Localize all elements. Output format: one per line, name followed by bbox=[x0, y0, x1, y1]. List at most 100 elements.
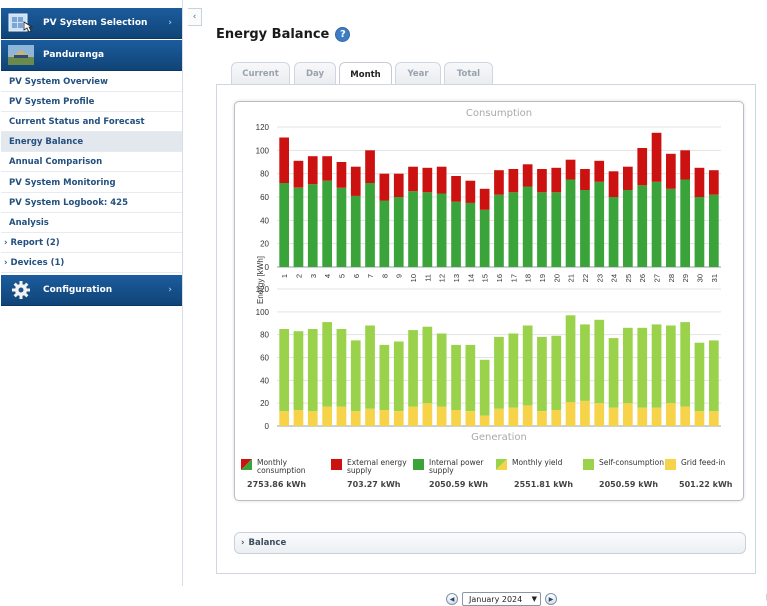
generation-bar-lower bbox=[379, 410, 390, 426]
sidebar-item-analysis[interactable]: Analysis bbox=[1, 213, 182, 233]
sidebar-item-label: Current Status and Forecast bbox=[9, 116, 145, 127]
consumption-bar-lower bbox=[694, 197, 705, 267]
legend-label: Monthly consumption bbox=[257, 458, 306, 475]
previous-month-button[interactable]: ◀ bbox=[446, 593, 458, 605]
month-select[interactable]: January 2024 ▼ bbox=[462, 592, 541, 606]
legend-value: 2551.81 kWh bbox=[514, 480, 574, 489]
legend-swatch-consumption bbox=[241, 459, 252, 470]
consumption-bar-upper bbox=[565, 159, 576, 180]
pv-system-selection-icon bbox=[7, 12, 35, 34]
x-tick-label: 3 bbox=[309, 274, 318, 278]
sidebar-item-pv-system-profile[interactable]: PV System Profile bbox=[1, 92, 182, 112]
consumption-bar-lower bbox=[508, 192, 519, 267]
generation-bar-lower bbox=[494, 408, 504, 426]
sidebar-item-pv-system-monitoring[interactable]: PV System Monitoring bbox=[1, 173, 182, 193]
generation-y-tick-label: 100 bbox=[256, 308, 270, 317]
sidebar-item-current-status[interactable]: Current Status and Forecast bbox=[1, 112, 182, 132]
consumption-bar-lower bbox=[393, 197, 404, 267]
consumption-bar-lower bbox=[680, 179, 690, 267]
consumption-y-tick-label: 40 bbox=[260, 216, 269, 225]
tab-total[interactable]: Total bbox=[444, 62, 493, 85]
configuration-button[interactable]: Configuration › bbox=[1, 275, 182, 306]
sidebar-item-label: Energy Balance bbox=[9, 136, 84, 147]
sidebar: PV System Selection › Panduranga PV Syst… bbox=[0, 0, 183, 586]
sidebar-item-energy-balance[interactable]: Energy Balance bbox=[1, 132, 182, 152]
system-name-label: Panduranga bbox=[43, 50, 105, 60]
tab-month[interactable]: Month bbox=[339, 62, 392, 86]
generation-bar-upper bbox=[350, 340, 361, 412]
sidebar-item-report[interactable]: › Report (2) bbox=[1, 233, 182, 253]
month-navigator: ◀ January 2024 ▼ ▶ bbox=[446, 592, 557, 606]
generation-bar-lower bbox=[307, 411, 318, 426]
y-axis-label: Energy [kWh] bbox=[256, 256, 265, 304]
generation-bar-lower bbox=[637, 407, 648, 426]
x-tick-label: 9 bbox=[395, 274, 404, 278]
tab-label: Current bbox=[242, 69, 279, 79]
generation-chart-title: Generation bbox=[471, 432, 527, 443]
next-month-button[interactable]: ▶ bbox=[545, 593, 557, 605]
x-tick-label: 19 bbox=[538, 274, 547, 282]
tab-day[interactable]: Day bbox=[294, 62, 336, 85]
consumption-bar-lower bbox=[494, 194, 504, 267]
energy-balance-chart: 0 20 40 60 80 100 120 1 2 3 4 5 6 7 8 9 10 11 12 13 14 15 16 17… bbox=[234, 101, 744, 501]
consumption-bar-lower bbox=[608, 197, 619, 267]
consumption-bar-lower bbox=[365, 183, 375, 267]
x-tick-label: 15 bbox=[481, 274, 490, 282]
x-tick-label: 12 bbox=[438, 274, 447, 282]
generation-bar-upper bbox=[680, 322, 690, 407]
generation-bar-upper bbox=[408, 330, 418, 407]
balance-section-toggle[interactable]: › Balance bbox=[234, 532, 746, 554]
x-tick-label: 28 bbox=[667, 274, 676, 282]
generation-bar-upper bbox=[322, 322, 332, 407]
generation-bar-upper bbox=[336, 329, 347, 407]
generation-bar-upper bbox=[565, 315, 576, 403]
consumption-y-tick-label: 100 bbox=[256, 146, 270, 155]
sidebar-item-pv-system-overview[interactable]: PV System Overview bbox=[1, 72, 182, 92]
system-thumbnail-icon bbox=[7, 44, 35, 66]
consumption-bar-upper bbox=[322, 156, 332, 181]
generation-bar-lower bbox=[479, 415, 490, 426]
tab-year[interactable]: Year bbox=[395, 62, 441, 85]
generation-bar-upper bbox=[379, 344, 390, 410]
generation-bar-lower bbox=[451, 410, 461, 426]
system-name-header[interactable]: Panduranga bbox=[1, 40, 182, 71]
generation-bar-lower bbox=[594, 403, 605, 426]
generation-bar-lower bbox=[293, 410, 304, 426]
sidebar-item-devices[interactable]: › Devices (1) bbox=[1, 253, 182, 273]
consumption-bar-upper bbox=[709, 170, 719, 195]
generation-y-tick-label: 80 bbox=[260, 331, 269, 340]
generation-bar-upper bbox=[479, 359, 490, 416]
sidebar-item-annual-comparison[interactable]: Annual Comparison bbox=[1, 152, 182, 172]
consumption-bar-upper bbox=[293, 160, 304, 188]
balance-label: Balance bbox=[248, 538, 287, 548]
chart-svg: 0204060801001201 2 3 4 5 6 7 8 9 10 11 12 13 14 15 16 17… bbox=[256, 108, 721, 443]
generation-y-tick-label: 20 bbox=[260, 399, 269, 408]
generation-bar-upper bbox=[637, 327, 648, 408]
consumption-bar-lower bbox=[623, 190, 633, 267]
consumption-bar-lower bbox=[537, 192, 547, 267]
pv-system-selection-button[interactable]: PV System Selection › bbox=[1, 8, 182, 39]
consumption-bar-lower bbox=[594, 181, 605, 267]
tab-panel: 0 20 40 60 80 100 120 1 2 3 4 5 6 7 8 9 10 11 12 13 14 15 16 17… bbox=[216, 84, 767, 606]
main-content: Energy Balance ? Current Day Month Year … bbox=[183, 0, 767, 606]
sidebar-item-logbook[interactable]: PV System Logbook: 425 bbox=[1, 193, 182, 213]
consumption-bar-upper bbox=[623, 166, 633, 190]
consumption-bar-upper bbox=[408, 166, 418, 192]
consumption-bar-upper bbox=[666, 153, 676, 189]
x-tick-label: 25 bbox=[624, 274, 633, 282]
generation-bar-lower bbox=[551, 410, 562, 426]
x-tick-label: 7 bbox=[366, 274, 375, 278]
help-icon[interactable]: ? bbox=[335, 27, 351, 42]
generation-y-tick-label: 40 bbox=[260, 376, 269, 385]
tab-current[interactable]: Current bbox=[231, 62, 290, 85]
consumption-bar-lower bbox=[709, 194, 719, 267]
x-tick-label: 21 bbox=[567, 274, 576, 282]
x-tick-label: 30 bbox=[696, 274, 705, 282]
x-tick-label: 11 bbox=[423, 274, 432, 282]
generation-bar-upper bbox=[494, 336, 504, 409]
consumption-bar-lower bbox=[451, 201, 461, 267]
consumption-y-tick-label: 80 bbox=[260, 170, 269, 179]
generation-bar-lower bbox=[608, 407, 619, 426]
legend-swatch bbox=[665, 459, 676, 470]
consumption-y-tick-label: 20 bbox=[260, 240, 269, 249]
